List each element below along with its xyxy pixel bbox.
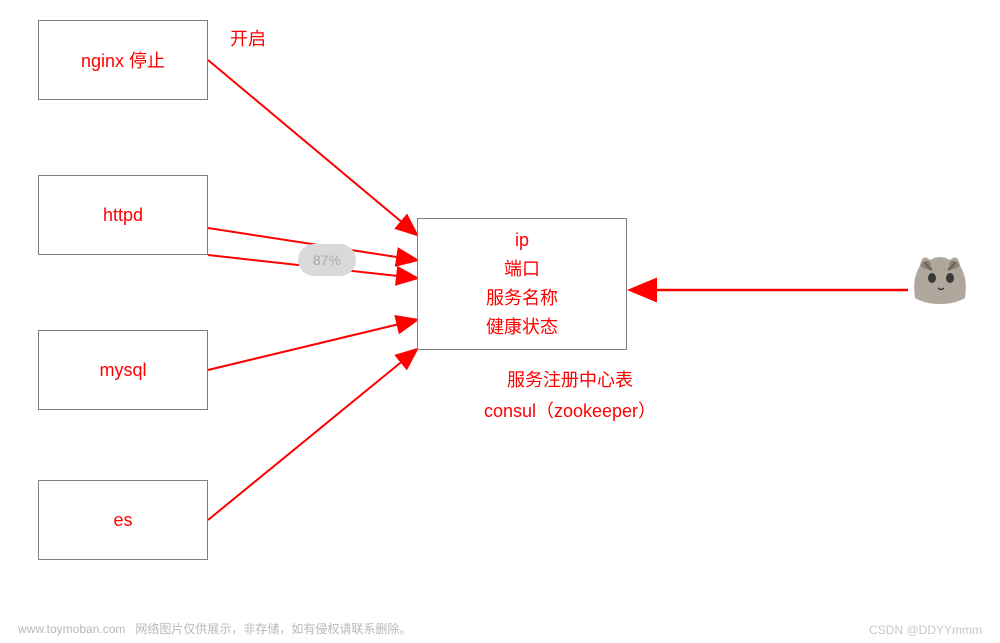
csdn-text: CSDN @DDYYmmm [869,623,982,637]
node-mysql-label: mysql [99,360,146,381]
registry-caption: 服务注册中心表 consul（zookeeper） [465,365,675,426]
arrow-nginx [208,60,416,234]
node-es: es [38,480,208,560]
progress-pill-value: 87% [313,252,341,268]
arrow-mysql [208,320,416,370]
footer-note: 网络图片仅供展示，非存储，如有侵权请联系删除。 [135,622,411,636]
arrow-es [208,350,416,520]
node-httpd-label: httpd [103,205,143,226]
node-nginx: nginx 停止 [38,20,208,100]
registry-caption-line1: 服务注册中心表 [465,365,675,396]
node-registry: ip 端口 服务名称 健康状态 [417,218,627,350]
registry-caption-line2: consul（zookeeper） [465,396,675,427]
label-open-text: 开启 [230,29,266,49]
node-es-label: es [113,510,132,531]
node-nginx-label: nginx 停止 [81,47,165,73]
registry-line-ip: ip [515,226,529,255]
progress-pill: 87% [298,244,356,276]
footer-site: www.toymoban.com [18,622,125,636]
label-open: 开启 [230,25,266,51]
registry-line-port: 端口 [504,255,540,284]
node-httpd: httpd [38,175,208,255]
registry-line-service-name: 服务名称 [486,284,558,313]
registry-line-health: 健康状态 [486,313,558,342]
footer-text: www.toymoban.com 网络图片仅供展示，非存储，如有侵权请联系删除。 [18,620,411,637]
cat-icon [910,248,972,306]
csdn-watermark: CSDN @DDYYmmm [869,623,982,637]
node-mysql: mysql [38,330,208,410]
